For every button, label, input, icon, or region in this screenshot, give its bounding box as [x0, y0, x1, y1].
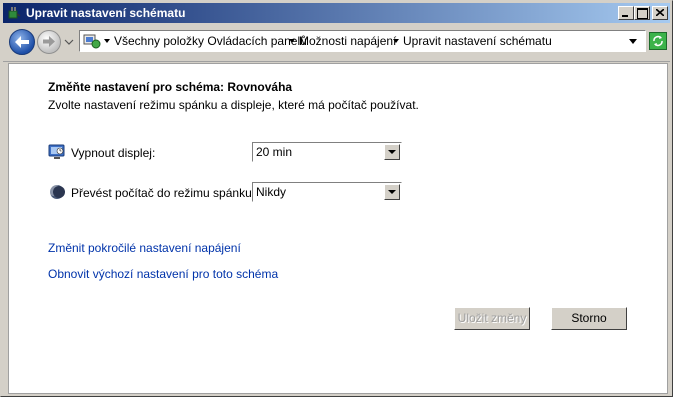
sleep-value: Nikdy — [256, 185, 287, 199]
history-dropdown-icon[interactable] — [64, 37, 74, 47]
forward-button[interactable] — [37, 30, 61, 54]
sleep-select[interactable]: Nikdy — [252, 182, 402, 202]
arrow-right-icon — [43, 36, 55, 47]
chevron-down-icon[interactable] — [384, 184, 400, 200]
display-off-value: 20 min — [256, 145, 293, 159]
navigation-bar: Všechny položky Ovládacích panelů Možnos… — [3, 23, 670, 62]
arrow-left-icon — [15, 36, 29, 48]
breadcrumb-current[interactable]: Upravit nastavení schématu — [403, 34, 552, 48]
breadcrumb-separator-icon — [104, 39, 110, 43]
breadcrumb-power-options[interactable]: Možnosti napájení — [299, 34, 396, 48]
power-options-icon — [8, 7, 21, 19]
refresh-icon — [653, 35, 663, 47]
breadcrumb-all-items[interactable]: Všechny položky Ovládacích panelů — [114, 34, 307, 48]
refresh-button[interactable] — [649, 32, 667, 50]
page-title: Změňte nastavení pro schéma: Rovnováha — [48, 80, 293, 94]
window: Upravit nastavení schématu Všechny polož… — [0, 0, 673, 397]
address-dropdown-icon[interactable] — [629, 39, 637, 44]
maximize-button[interactable] — [634, 6, 650, 20]
minimize-button[interactable] — [618, 6, 634, 20]
address-bar[interactable]: Všechny položky Ovládacích panelů Možnos… — [79, 30, 646, 52]
cancel-button[interactable]: Storno — [551, 307, 627, 330]
breadcrumb-separator-icon[interactable] — [289, 39, 295, 43]
content-pane: Změňte nastavení pro schéma: Rovnováha Z… — [8, 63, 668, 394]
moon-icon — [48, 184, 65, 199]
restore-defaults-link[interactable]: Obnovit výchozí nastavení pro toto schém… — [48, 267, 278, 281]
advanced-power-settings-link[interactable]: Změnit pokročilé nastavení napájení — [48, 241, 241, 255]
display-off-select[interactable]: 20 min — [252, 142, 402, 162]
monitor-icon — [48, 144, 65, 159]
close-button[interactable] — [652, 6, 668, 20]
page-subtitle: Zvolte nastavení režimu spánku a displej… — [48, 98, 419, 112]
maximize-icon — [637, 8, 648, 19]
close-icon — [656, 9, 664, 16]
minimize-icon — [622, 15, 628, 17]
display-off-label: Vypnout displej: — [71, 146, 156, 160]
title-bar[interactable]: Upravit nastavení schématu — [3, 3, 670, 23]
sleep-label: Převést počítač do režimu spánku: — [71, 186, 256, 200]
breadcrumb-separator-icon[interactable] — [393, 39, 399, 43]
chevron-down-icon[interactable] — [384, 144, 400, 160]
back-button[interactable] — [9, 29, 35, 55]
control-panel-icon — [83, 34, 101, 49]
window-title: Upravit nastavení schématu — [26, 6, 186, 20]
save-button[interactable]: Uložit změny — [454, 307, 530, 330]
